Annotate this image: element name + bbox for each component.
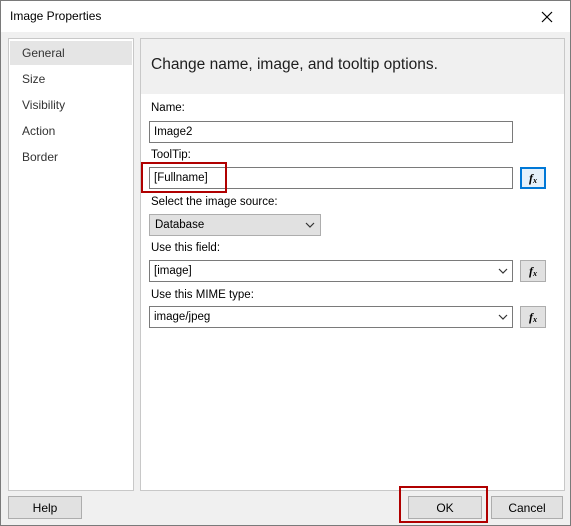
sidebar-item-size[interactable]: Size (10, 67, 132, 91)
name-value: Image2 (154, 126, 193, 138)
sidebar-item-action[interactable]: Action (10, 119, 132, 143)
mime-type-combobox[interactable]: image/jpeg (149, 306, 513, 328)
image-source-label: Select the image source: (151, 196, 278, 208)
general-panel: Change name, image, and tooltip options.… (140, 38, 565, 491)
ok-button[interactable]: OK (408, 496, 482, 519)
function-fx-icon: fx (529, 309, 537, 324)
sidebar-item-label: Action (22, 124, 56, 138)
tooltip-highlight-box (141, 162, 227, 193)
ok-button-label: OK (436, 500, 454, 515)
chevron-down-icon (305, 222, 315, 228)
chevron-down-icon[interactable] (498, 268, 508, 274)
field-value: [image] (154, 265, 192, 277)
image-properties-dialog: Image Properties General Size Visibility… (0, 0, 571, 526)
field-combobox[interactable]: [image] (149, 260, 513, 282)
window-title: Image Properties (10, 9, 102, 23)
sidebar-item-label: Border (22, 150, 59, 164)
sidebar: General Size Visibility Action Border (8, 38, 134, 491)
tooltip-label: ToolTip: (151, 149, 191, 161)
image-source-select[interactable]: Database (149, 214, 321, 236)
function-fx-icon: fx (529, 263, 537, 278)
name-label: Name: (151, 102, 185, 114)
field-label: Use this field: (151, 242, 221, 254)
close-icon (541, 11, 553, 22)
help-button[interactable]: Help (8, 496, 82, 519)
sidebar-item-visibility[interactable]: Visibility (10, 93, 132, 117)
cancel-button[interactable]: Cancel (491, 496, 563, 519)
title-bar: Image Properties (1, 1, 570, 32)
mime-type-expression-button[interactable]: fx (520, 306, 546, 328)
tooltip-expression-button[interactable]: fx (520, 167, 546, 189)
close-button[interactable] (524, 1, 570, 32)
chevron-down-icon[interactable] (498, 314, 508, 320)
image-source-value: Database (155, 219, 205, 231)
name-field[interactable]: Image2 (149, 121, 513, 143)
sidebar-item-label: Visibility (22, 98, 66, 112)
help-button-label: Help (32, 500, 58, 515)
panel-header: Change name, image, and tooltip options. (141, 39, 564, 94)
mime-type-label: Use this MIME type: (151, 289, 254, 301)
field-expression-button[interactable]: fx (520, 260, 546, 282)
sidebar-item-border[interactable]: Border (10, 145, 132, 169)
sidebar-item-label: General (22, 46, 65, 60)
sidebar-item-label: Size (22, 72, 46, 86)
sidebar-item-general[interactable]: General (10, 41, 132, 65)
function-fx-icon: fx (529, 170, 537, 185)
page-title: Change name, image, and tooltip options. (151, 56, 438, 73)
cancel-button-label: Cancel (508, 500, 546, 515)
mime-type-value: image/jpeg (154, 311, 211, 323)
